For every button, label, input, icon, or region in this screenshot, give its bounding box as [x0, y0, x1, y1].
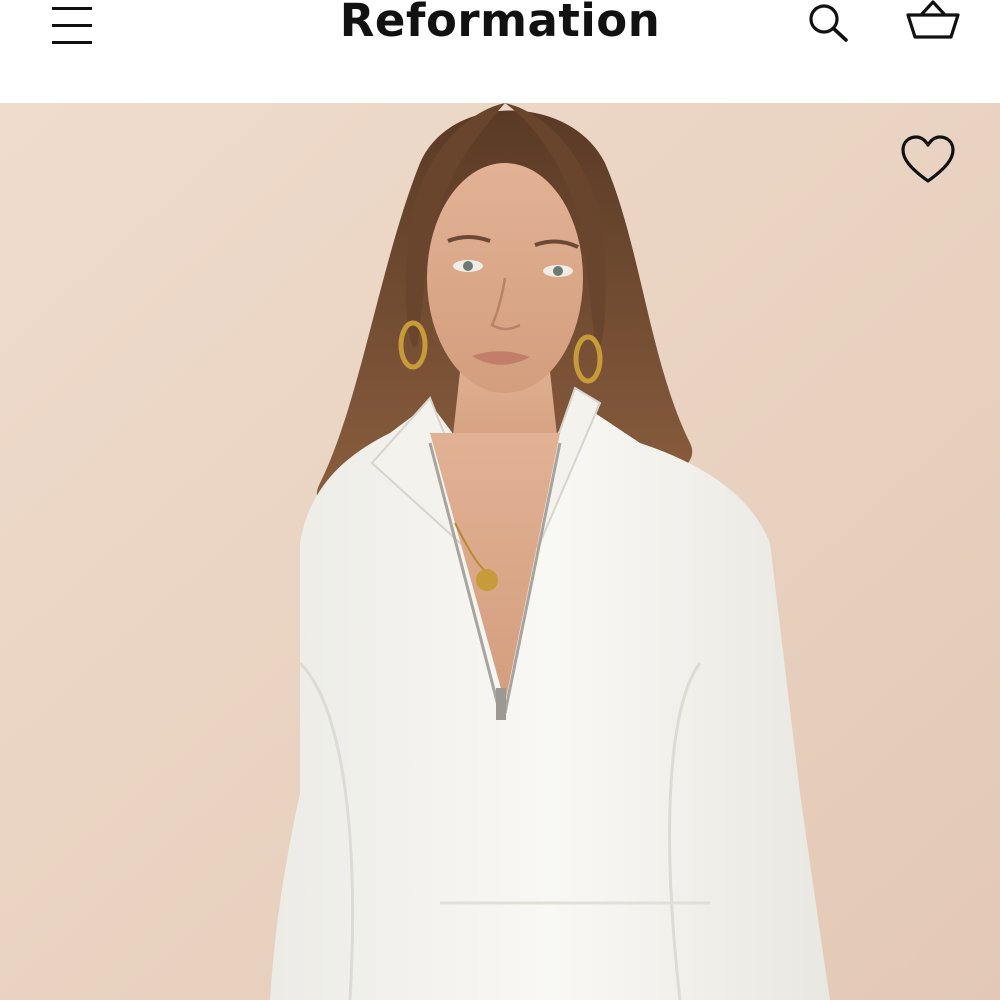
search-icon [809, 4, 848, 42]
menu-button[interactable] [46, 0, 98, 50]
shopping-basket-icon [906, 0, 960, 39]
shopping-bag-button[interactable] [903, 0, 963, 44]
search-button[interactable] [803, 0, 853, 46]
model-photo [0, 103, 1000, 1000]
wishlist-button[interactable] [898, 132, 958, 188]
heart-outline-icon [901, 135, 955, 183]
product-page: Reformation [0, 0, 1000, 1000]
site-header: Reformation [0, 0, 1000, 103]
product-image[interactable] [0, 103, 1000, 1000]
brand-logo[interactable]: Reformation [300, 0, 700, 47]
hamburger-menu-icon [52, 7, 92, 44]
